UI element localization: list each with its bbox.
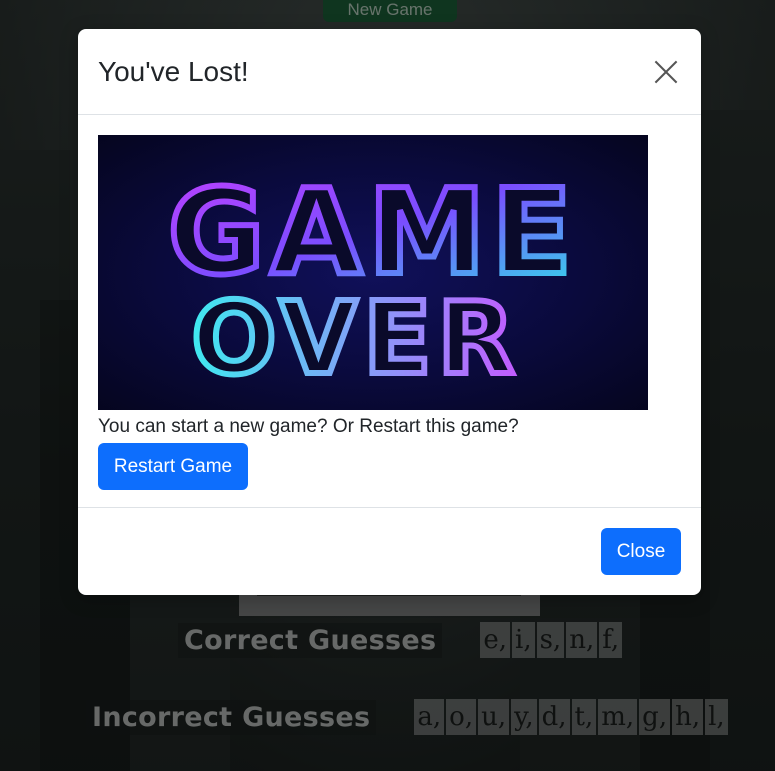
modal-body: GAME OVER You can start a new game? Or R… [78, 115, 701, 510]
restart-game-button[interactable]: Restart Game [98, 443, 248, 490]
game-over-image: GAME OVER [98, 135, 648, 410]
modal-footer: Close [78, 507, 701, 595]
close-icon[interactable] [651, 57, 681, 87]
lost-modal: You've Lost! GAME OVER You can start a n… [78, 29, 701, 595]
modal-title: You've Lost! [98, 55, 249, 87]
close-button[interactable]: Close [601, 528, 681, 575]
game-over-line2: OVER [191, 280, 520, 397]
modal-message: You can start a new game? Or Restart thi… [98, 416, 519, 437]
modal-header: You've Lost! [78, 29, 701, 115]
